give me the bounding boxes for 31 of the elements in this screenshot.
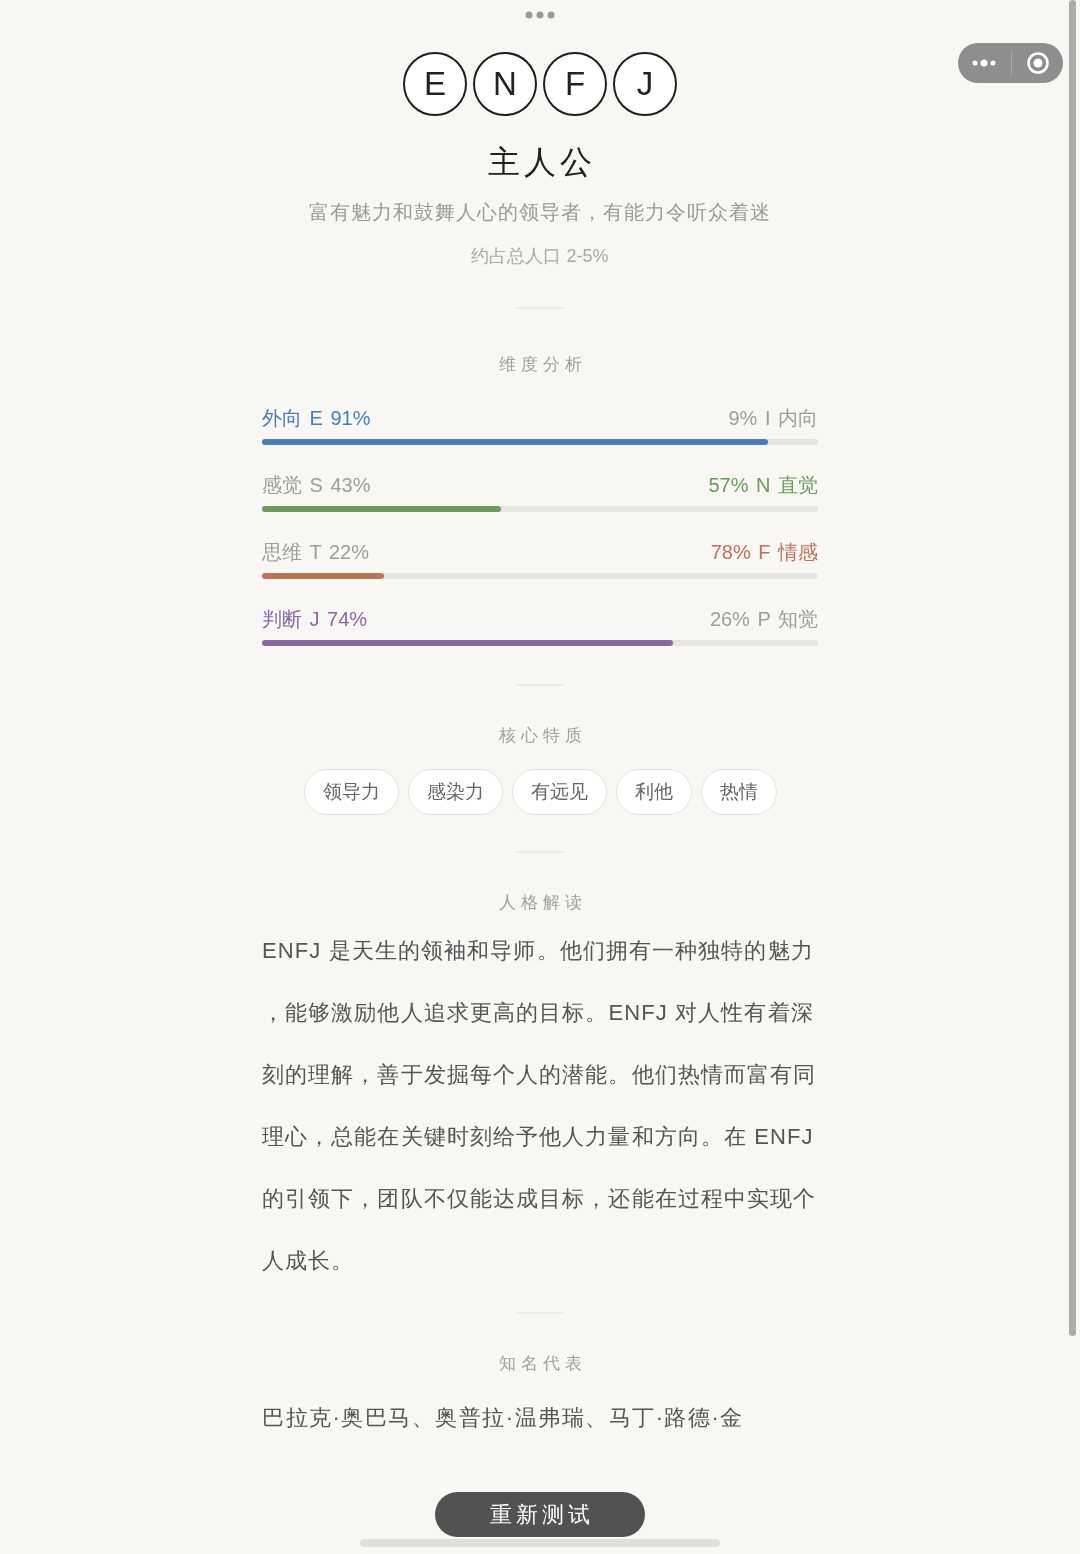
trait-chip: 感染力 <box>407 769 503 815</box>
dimension-label: 26% P 知觉 <box>709 606 818 632</box>
type-description: 富有魅力和鼓舞人心的领导者，有能力令听众着迷 <box>309 200 771 225</box>
section-title: 核心特质 <box>497 725 587 747</box>
dimension-label: 外向 E 91% <box>262 405 371 431</box>
famous-people: 巴拉克·奥巴马、奥普拉·温弗瑞、马丁·路德·金 <box>262 1404 744 1432</box>
trait-chip: 领导力 <box>303 769 399 815</box>
trait-chip: 有远见 <box>511 769 607 815</box>
dimension-label: 判断 J 74% <box>262 606 368 632</box>
description-paragraph: ENFJ 是天生的领袖和导师。他们拥有一种独特的魅力，能够激励他人追求更高的目标。ENFJ 对人性有着深刻的理解，善于发掘每个人的潜能。他们热情而富有同理心，总能在关键时刻给予他人力量和方向。在 ENFJ 的引领下，团队不仅能达成目标，还能在过程中实现个人成长。 <box>262 937 818 1275</box>
type-letter: E <box>403 52 467 116</box>
trait-chip: 热情 <box>700 769 777 815</box>
section-title: 知名代表 <box>497 1353 587 1375</box>
dimension-label: 感觉 S 43% <box>262 472 371 498</box>
dimension-label: 9% I 内向 <box>728 405 818 431</box>
section-title: 维度分析 <box>497 354 587 376</box>
population-share: 约占总人口 2-5% <box>471 245 609 268</box>
type-title: 主人公 <box>487 143 596 182</box>
trait-chip: 利他 <box>615 769 692 815</box>
retest-button[interactable]: 重新测试 <box>435 1492 645 1537</box>
section-title: 人格解读 <box>497 892 587 914</box>
scrollbar[interactable] <box>1069 0 1076 1336</box>
dimension-label: 57% N 直觉 <box>708 472 818 498</box>
type-letter: J <box>613 52 677 116</box>
circle-dot-icon[interactable] <box>1027 52 1049 74</box>
type-letter: N <box>473 52 537 116</box>
type-letter: F <box>543 52 607 116</box>
dots-icon <box>525 11 555 19</box>
dimension-label: 78% F 情感 <box>710 539 818 565</box>
dimension-label: 思维 T 22% <box>262 539 369 565</box>
more-icon[interactable] <box>972 59 996 67</box>
